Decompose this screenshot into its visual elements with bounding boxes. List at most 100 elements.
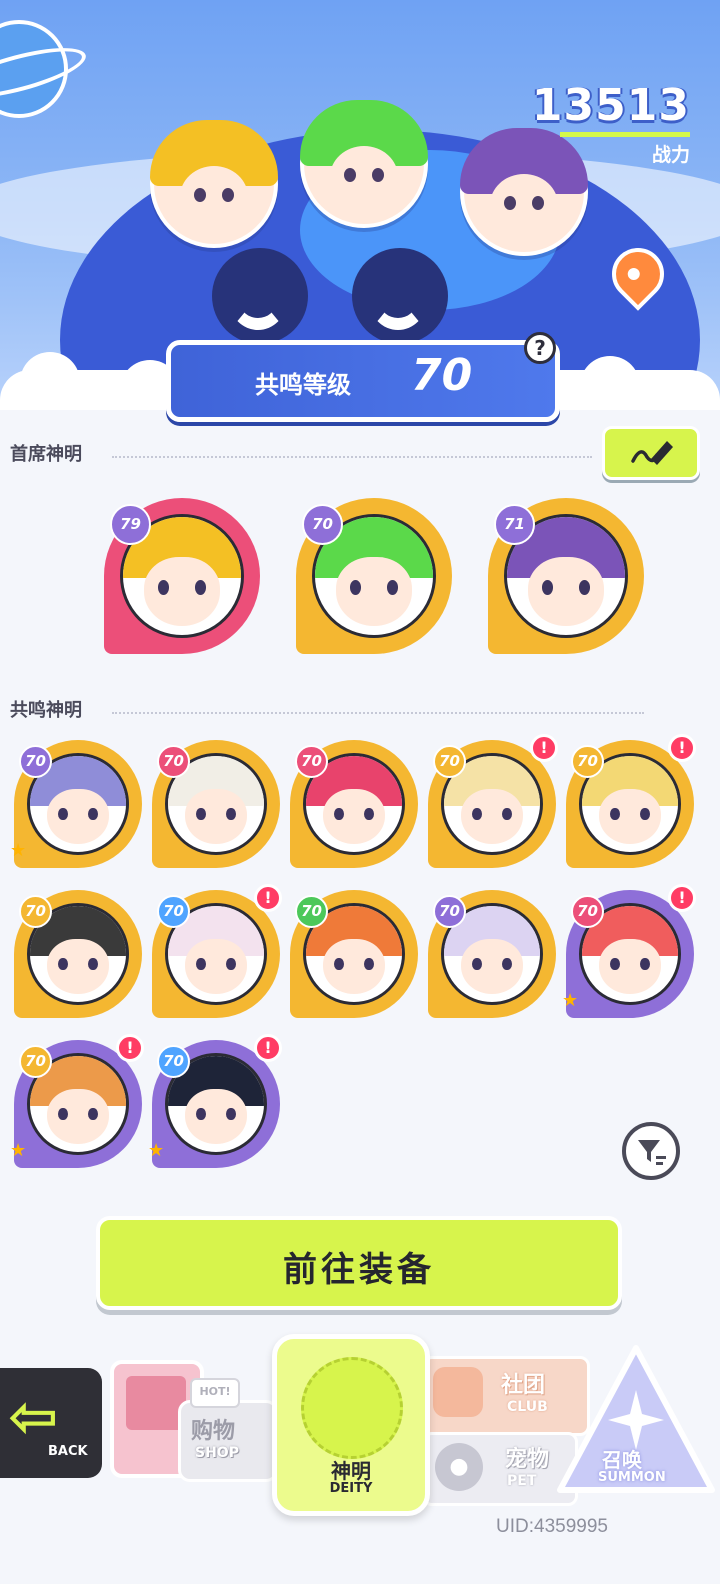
resonance_section.deities-card[interactable]: 70	[428, 890, 556, 1018]
resonance_section.deities-card[interactable]: 70	[152, 740, 280, 868]
deity-level-badge: 70	[433, 745, 466, 778]
deity-level-badge: 70	[571, 745, 604, 778]
shop-tab[interactable]: 购物 SHOP HOT!	[104, 1340, 278, 1490]
resonance-deity-section-title: 共鸣神明	[10, 700, 82, 721]
portrait-face	[461, 938, 523, 995]
chief-deity-section-title: 首席神明	[10, 444, 82, 465]
portrait-face	[599, 938, 661, 995]
resonance_section.deities-card[interactable]: 70!	[566, 734, 696, 868]
filter-button[interactable]	[622, 1122, 680, 1180]
shop-label-cn: 购物	[191, 1419, 236, 1444]
deity-level-badge: 70	[19, 1045, 52, 1078]
chief_section.deities-card[interactable]: 70	[296, 498, 452, 654]
section-divider	[112, 456, 592, 458]
summon-label-en: SUMMON	[598, 1470, 666, 1485]
combat-power-underline	[560, 132, 690, 137]
chief_section.deities-card[interactable]: 79	[104, 498, 260, 654]
portrait-face	[185, 788, 247, 845]
alert-icon: !	[668, 734, 696, 762]
resonance_section.deities-card[interactable]: 70 ★	[10, 740, 142, 868]
help-icon[interactable]: ?	[524, 332, 556, 364]
back-button[interactable]: ⇦ BACK	[0, 1368, 102, 1478]
chief-deity-figure-1[interactable]	[150, 120, 278, 248]
deity-level-badge: 70	[157, 895, 190, 928]
portrait-face	[528, 557, 604, 626]
resonance_section.deities-card[interactable]: 70! ★	[562, 884, 696, 1018]
portrait-face	[323, 788, 385, 845]
resonance_section.deities-card[interactable]: 70	[14, 890, 142, 1018]
deity-level-badge: 71	[494, 504, 535, 545]
back-label: BACK	[48, 1444, 88, 1459]
deity-level-badge: 79	[110, 504, 151, 545]
portrait-face	[323, 938, 385, 995]
deity-level-badge: 70	[19, 895, 52, 928]
portrait-face	[599, 788, 661, 845]
planet-eye-right	[352, 248, 448, 344]
star-icon: ★	[10, 840, 27, 861]
deity-tab[interactable]: 神明 DEITY	[272, 1334, 430, 1516]
combat-power-label: 战力	[651, 144, 690, 166]
lock-icon: ●	[435, 1443, 483, 1491]
club-icon	[433, 1367, 483, 1417]
chief_section.deities-card[interactable]: 71	[488, 498, 644, 654]
resonance_section.deities-card[interactable]: 70	[290, 890, 418, 1018]
deity-level-badge: 70	[433, 895, 466, 928]
deity-level-badge: 70	[295, 745, 328, 778]
portrait-face	[185, 938, 247, 995]
portrait-face	[185, 1088, 247, 1145]
alert-icon: !	[254, 884, 282, 912]
deity-tab-icon	[301, 1357, 403, 1459]
portrait-face	[47, 938, 109, 995]
chief-deity-figure-3[interactable]	[460, 128, 588, 256]
chief-deity-figure-2[interactable]	[300, 100, 428, 228]
hot-badge: HOT!	[190, 1378, 240, 1408]
deity-level-badge: 70	[157, 1045, 190, 1078]
resonance_section.deities-card[interactable]: 70! ★	[10, 1034, 144, 1168]
go-equip-label: 前往装备	[283, 1250, 435, 1290]
filter-icon	[638, 1140, 666, 1165]
go-equip-button[interactable]: 前往装备	[96, 1216, 622, 1310]
alert-icon: !	[254, 1034, 282, 1062]
resonance-level-label: 共鸣等级	[255, 371, 351, 399]
drip-blob	[20, 352, 80, 410]
shop-label-en: SHOP	[195, 1445, 239, 1461]
summon-label-cn: 召唤	[602, 1448, 642, 1472]
resonance-level-value: 70	[411, 350, 473, 401]
planet-eye-left	[212, 248, 308, 344]
alert-icon: !	[530, 734, 558, 762]
shop-label-plate: 购物 SHOP	[178, 1400, 278, 1482]
edit-chief-deity-button[interactable]	[602, 426, 700, 480]
resonance_section.deities-card[interactable]: 70!	[152, 884, 282, 1018]
club-label-en: CLUB	[507, 1399, 548, 1415]
deity-level-badge: 70	[571, 895, 604, 928]
deity-level-badge: 70	[302, 504, 343, 545]
pet-label-cn: 宠物	[505, 1447, 550, 1472]
star-icon: ★	[562, 990, 579, 1011]
portrait-face	[47, 1088, 109, 1145]
pet-label-en: PET	[507, 1473, 537, 1489]
deity-level-badge: 70	[157, 745, 190, 778]
alert-icon: !	[668, 884, 696, 912]
portrait-face	[461, 788, 523, 845]
deity-label-en: DEITY	[329, 1481, 373, 1496]
star-icon: ★	[148, 1140, 165, 1161]
drip-blob	[580, 356, 640, 410]
back-arrow-icon: ⇦	[8, 1382, 59, 1452]
portrait-face	[144, 557, 220, 626]
deity-label-cn: 神明	[331, 1459, 371, 1483]
section-divider	[112, 712, 644, 714]
combat-power-value: 13513	[531, 80, 690, 131]
deity-level-badge: 70	[295, 895, 328, 928]
deity-level-badge: 70	[19, 745, 52, 778]
club-label-cn: 社团	[501, 1373, 546, 1398]
portrait-face	[47, 788, 109, 845]
star-icon: ★	[10, 1140, 27, 1161]
resonance_section.deities-card[interactable]: 70!	[428, 734, 558, 868]
resonance-level-plate: 共鸣等级 70	[166, 340, 560, 422]
user-id: UID:4359995	[496, 1516, 608, 1537]
resonance_section.deities-card[interactable]: 70	[290, 740, 418, 868]
background-watermark	[40, 478, 102, 711]
resonance_section.deities-card[interactable]: 70! ★	[148, 1034, 282, 1168]
summon-tab[interactable]: 召唤 SUMMON	[552, 1340, 720, 1500]
pencil-icon	[631, 441, 673, 465]
